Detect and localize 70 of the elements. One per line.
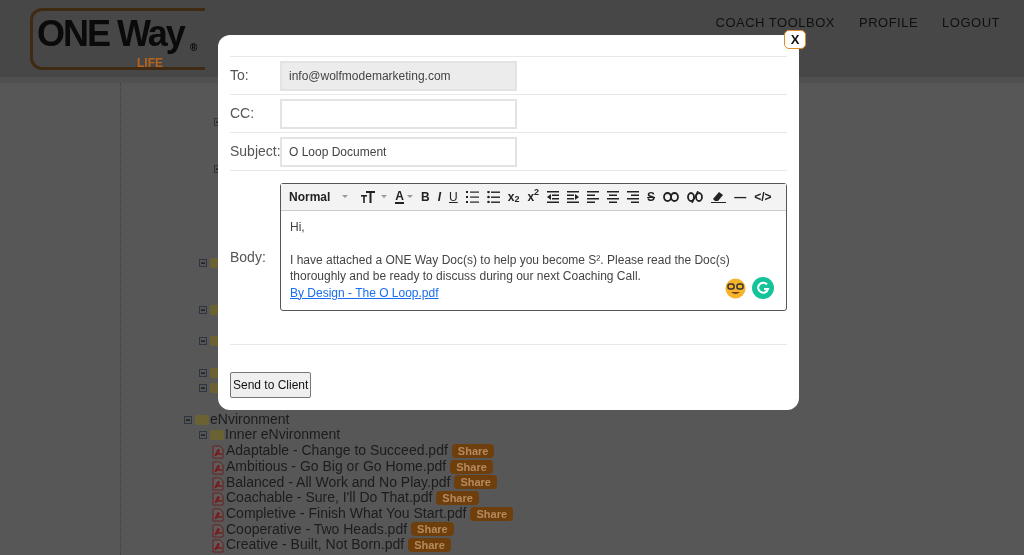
logo[interactable]: ONE Way ® LIFE: [30, 8, 205, 70]
file-link[interactable]: Ambitious - Go Big or Go Home.pdf: [226, 458, 447, 475]
logo-text: ONE Way: [37, 16, 184, 52]
share-button[interactable]: Share: [436, 491, 479, 506]
emoji-icon[interactable]: [725, 277, 746, 299]
outdent-icon: [547, 190, 560, 203]
indent-icon: [567, 190, 580, 203]
folder-label[interactable]: Inner eNvironment: [225, 427, 341, 444]
pdf-icon: [212, 538, 224, 553]
align-left-icon: [587, 190, 600, 203]
font-color-button[interactable]: A: [391, 185, 417, 208]
toggle-icon[interactable]: [199, 368, 207, 377]
file-link[interactable]: Balanced - All Work and No Play.pdf: [226, 474, 451, 491]
format-button[interactable]: B: [417, 185, 434, 208]
toggle-icon[interactable]: [199, 384, 207, 393]
share-button[interactable]: Share: [450, 459, 493, 474]
file-link[interactable]: Coachable - Sure, I'll Do That.pdf: [226, 490, 433, 506]
input-field[interactable]: [280, 98, 517, 129]
input-field[interactable]: O Loop Document: [280, 136, 517, 167]
format-button[interactable]: —: [730, 185, 751, 208]
pdf-icon: [212, 459, 224, 474]
share-button[interactable]: Share: [408, 538, 451, 553]
pdf-icon: [212, 522, 224, 537]
logo-tagline: LIFE: [137, 57, 163, 69]
folder-label[interactable]: eNvironment: [210, 411, 290, 428]
toggle-icon[interactable]: [199, 431, 207, 440]
attachment-link[interactable]: By Design - The O Loop.pdf: [290, 285, 439, 300]
format-button[interactable]: I: [433, 185, 446, 208]
nav-link[interactable]: LOGOUT: [942, 16, 1000, 32]
toggle-icon[interactable]: [199, 305, 207, 314]
folder-icon: [195, 414, 209, 425]
registered-mark: ®: [190, 43, 198, 53]
link-icon: [663, 191, 680, 202]
toggle-icon[interactable]: [184, 415, 192, 424]
toggle-icon[interactable]: [199, 258, 207, 267]
body-paragraph: Hi,: [290, 218, 306, 235]
share-button[interactable]: Share: [470, 506, 514, 521]
rich-text-editor[interactable]: [280, 182, 787, 311]
send-button[interactable]: Send to Client: [230, 372, 312, 398]
share-button[interactable]: Share: [411, 522, 454, 537]
pdf-icon: [212, 443, 224, 458]
toggle-icon[interactable]: [199, 337, 207, 346]
pdf-icon: [212, 475, 224, 490]
format-button[interactable]: x$^{2}$: [523, 185, 544, 208]
ordered-list-icon: [465, 190, 479, 203]
bullet-list-icon: [486, 190, 500, 203]
align-right-icon: [627, 190, 640, 203]
unlink-icon: [687, 190, 704, 203]
pdf-icon: [212, 491, 224, 506]
format-button[interactable]: U: [445, 185, 462, 208]
file-link[interactable]: Completive - Finish What You Start.pdf: [226, 505, 467, 522]
folder-icon: [210, 430, 224, 441]
close-button[interactable]: X: [784, 30, 806, 49]
eraser-icon: [711, 190, 727, 203]
format-button[interactable]: x$_{2}$: [503, 185, 524, 208]
format-button[interactable]: S: [643, 185, 660, 208]
body-paragraph: I have attached a ONE Way Doc(s) to help you become S². Please read the Doc(s) thoroughly and be ready to discuss during our next Coaching Call.: [290, 251, 731, 285]
field-label: Subject:: [230, 142, 280, 161]
align-center-icon: [607, 190, 620, 203]
format-button[interactable]: </>: [750, 185, 776, 208]
file-link[interactable]: Adaptable - Change to Succeed.pdf: [226, 443, 448, 459]
field-label: CC:: [230, 104, 256, 123]
field-label: Body:: [230, 248, 267, 267]
pdf-icon: [212, 506, 224, 521]
file-link[interactable]: Cooperative - Two Heads.pdf: [226, 521, 408, 538]
file-link[interactable]: Creative - Built, Not Born.pdf: [226, 537, 405, 553]
share-button[interactable]: Share: [454, 475, 497, 490]
field-label: To:: [230, 66, 250, 85]
format-dropdown[interactable]: Normal: [285, 185, 353, 208]
share-button[interactable]: Share: [451, 443, 495, 458]
